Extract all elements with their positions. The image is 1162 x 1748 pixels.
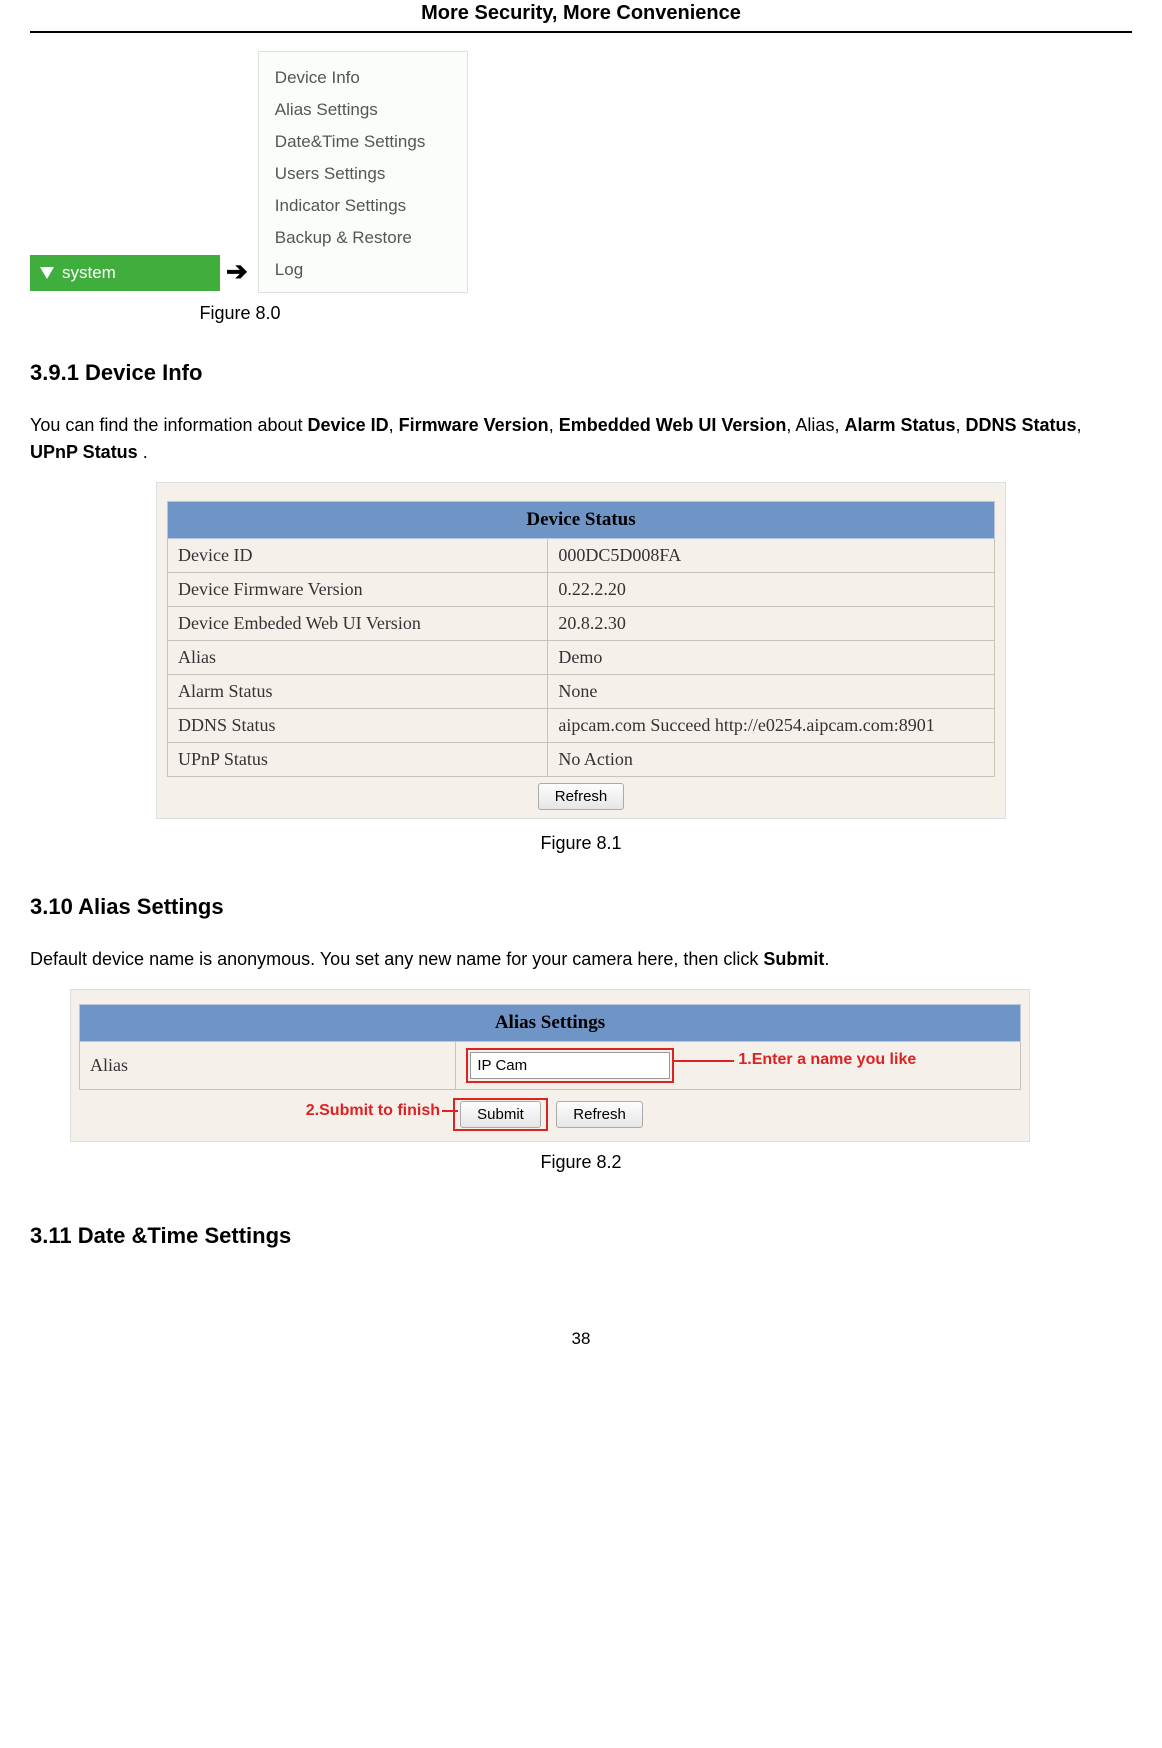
table-row: Device Embeded Web UI Version20.8.2.30 xyxy=(168,607,995,641)
table-row: Alarm StatusNone xyxy=(168,675,995,709)
heading-3-11: 3.11 Date &Time Settings xyxy=(30,1223,1132,1249)
menu-item-log[interactable]: Log xyxy=(275,254,467,286)
system-menu-button[interactable]: system xyxy=(30,255,220,291)
menu-item-indicator-settings[interactable]: Indicator Settings xyxy=(275,190,467,222)
annotation-note-2: 2.Submit to finish xyxy=(306,1102,440,1120)
table-row: Device ID000DC5D008FA xyxy=(168,539,995,573)
annotation-note-1: 1.Enter a name you like xyxy=(738,1051,916,1069)
table-row: Device Firmware Version0.22.2.20 xyxy=(168,573,995,607)
triangle-down-icon xyxy=(40,267,54,279)
figure-8-0-caption: Figure 8.0 xyxy=(30,303,450,324)
table-row: DDNS Statusaipcam.com Succeed http://e02… xyxy=(168,709,995,743)
menu-item-device-info[interactable]: Device Info xyxy=(275,62,467,94)
table-row: Alias 1.Enter a name you like xyxy=(80,1042,1021,1090)
arrow-right-icon: ➔ xyxy=(226,256,248,287)
paragraph-device-info: You can find the information about Devic… xyxy=(30,412,1132,466)
figure-8-0: system ➔ Device Info Alias Settings Date… xyxy=(30,51,1132,293)
annotation-line-icon xyxy=(674,1060,734,1062)
refresh-button[interactable]: Refresh xyxy=(538,783,625,810)
figure-8-2-caption: Figure 8.2 xyxy=(30,1152,1132,1173)
device-status-panel: Device Status Device ID000DC5D008FA Devi… xyxy=(156,482,1006,819)
alias-input[interactable] xyxy=(470,1052,670,1079)
menu-item-date-time-settings[interactable]: Date&Time Settings xyxy=(275,126,467,158)
paragraph-alias-settings: Default device name is anonymous. You se… xyxy=(30,946,1132,973)
device-status-header: Device Status xyxy=(168,502,995,539)
alias-settings-table: Alias Settings Alias 1.Enter a name you … xyxy=(79,1004,1021,1090)
highlight-box xyxy=(466,1048,674,1083)
table-row: UPnP StatusNo Action xyxy=(168,743,995,777)
highlight-box: Submit xyxy=(453,1098,548,1131)
device-status-table: Device Status Device ID000DC5D008FA Devi… xyxy=(167,501,995,777)
menu-item-users-settings[interactable]: Users Settings xyxy=(275,158,467,190)
page-header-title: More Security, More Convenience xyxy=(30,0,1132,33)
system-menu-label: system xyxy=(62,263,116,283)
page-number: 38 xyxy=(30,1329,1132,1349)
refresh-button[interactable]: Refresh xyxy=(556,1101,643,1128)
alias-settings-panel: Alias Settings Alias 1.Enter a name you … xyxy=(70,989,1030,1142)
menu-item-backup-restore[interactable]: Backup & Restore xyxy=(275,222,467,254)
menu-item-alias-settings[interactable]: Alias Settings xyxy=(275,94,467,126)
system-submenu: Device Info Alias Settings Date&Time Set… xyxy=(258,51,468,293)
submit-button[interactable]: Submit xyxy=(460,1101,541,1128)
table-row: AliasDemo xyxy=(168,641,995,675)
heading-3-9-1: 3.9.1 Device Info xyxy=(30,360,1132,386)
figure-8-1-caption: Figure 8.1 xyxy=(30,833,1132,854)
alias-settings-header: Alias Settings xyxy=(80,1005,1021,1042)
heading-3-10: 3.10 Alias Settings xyxy=(30,894,1132,920)
